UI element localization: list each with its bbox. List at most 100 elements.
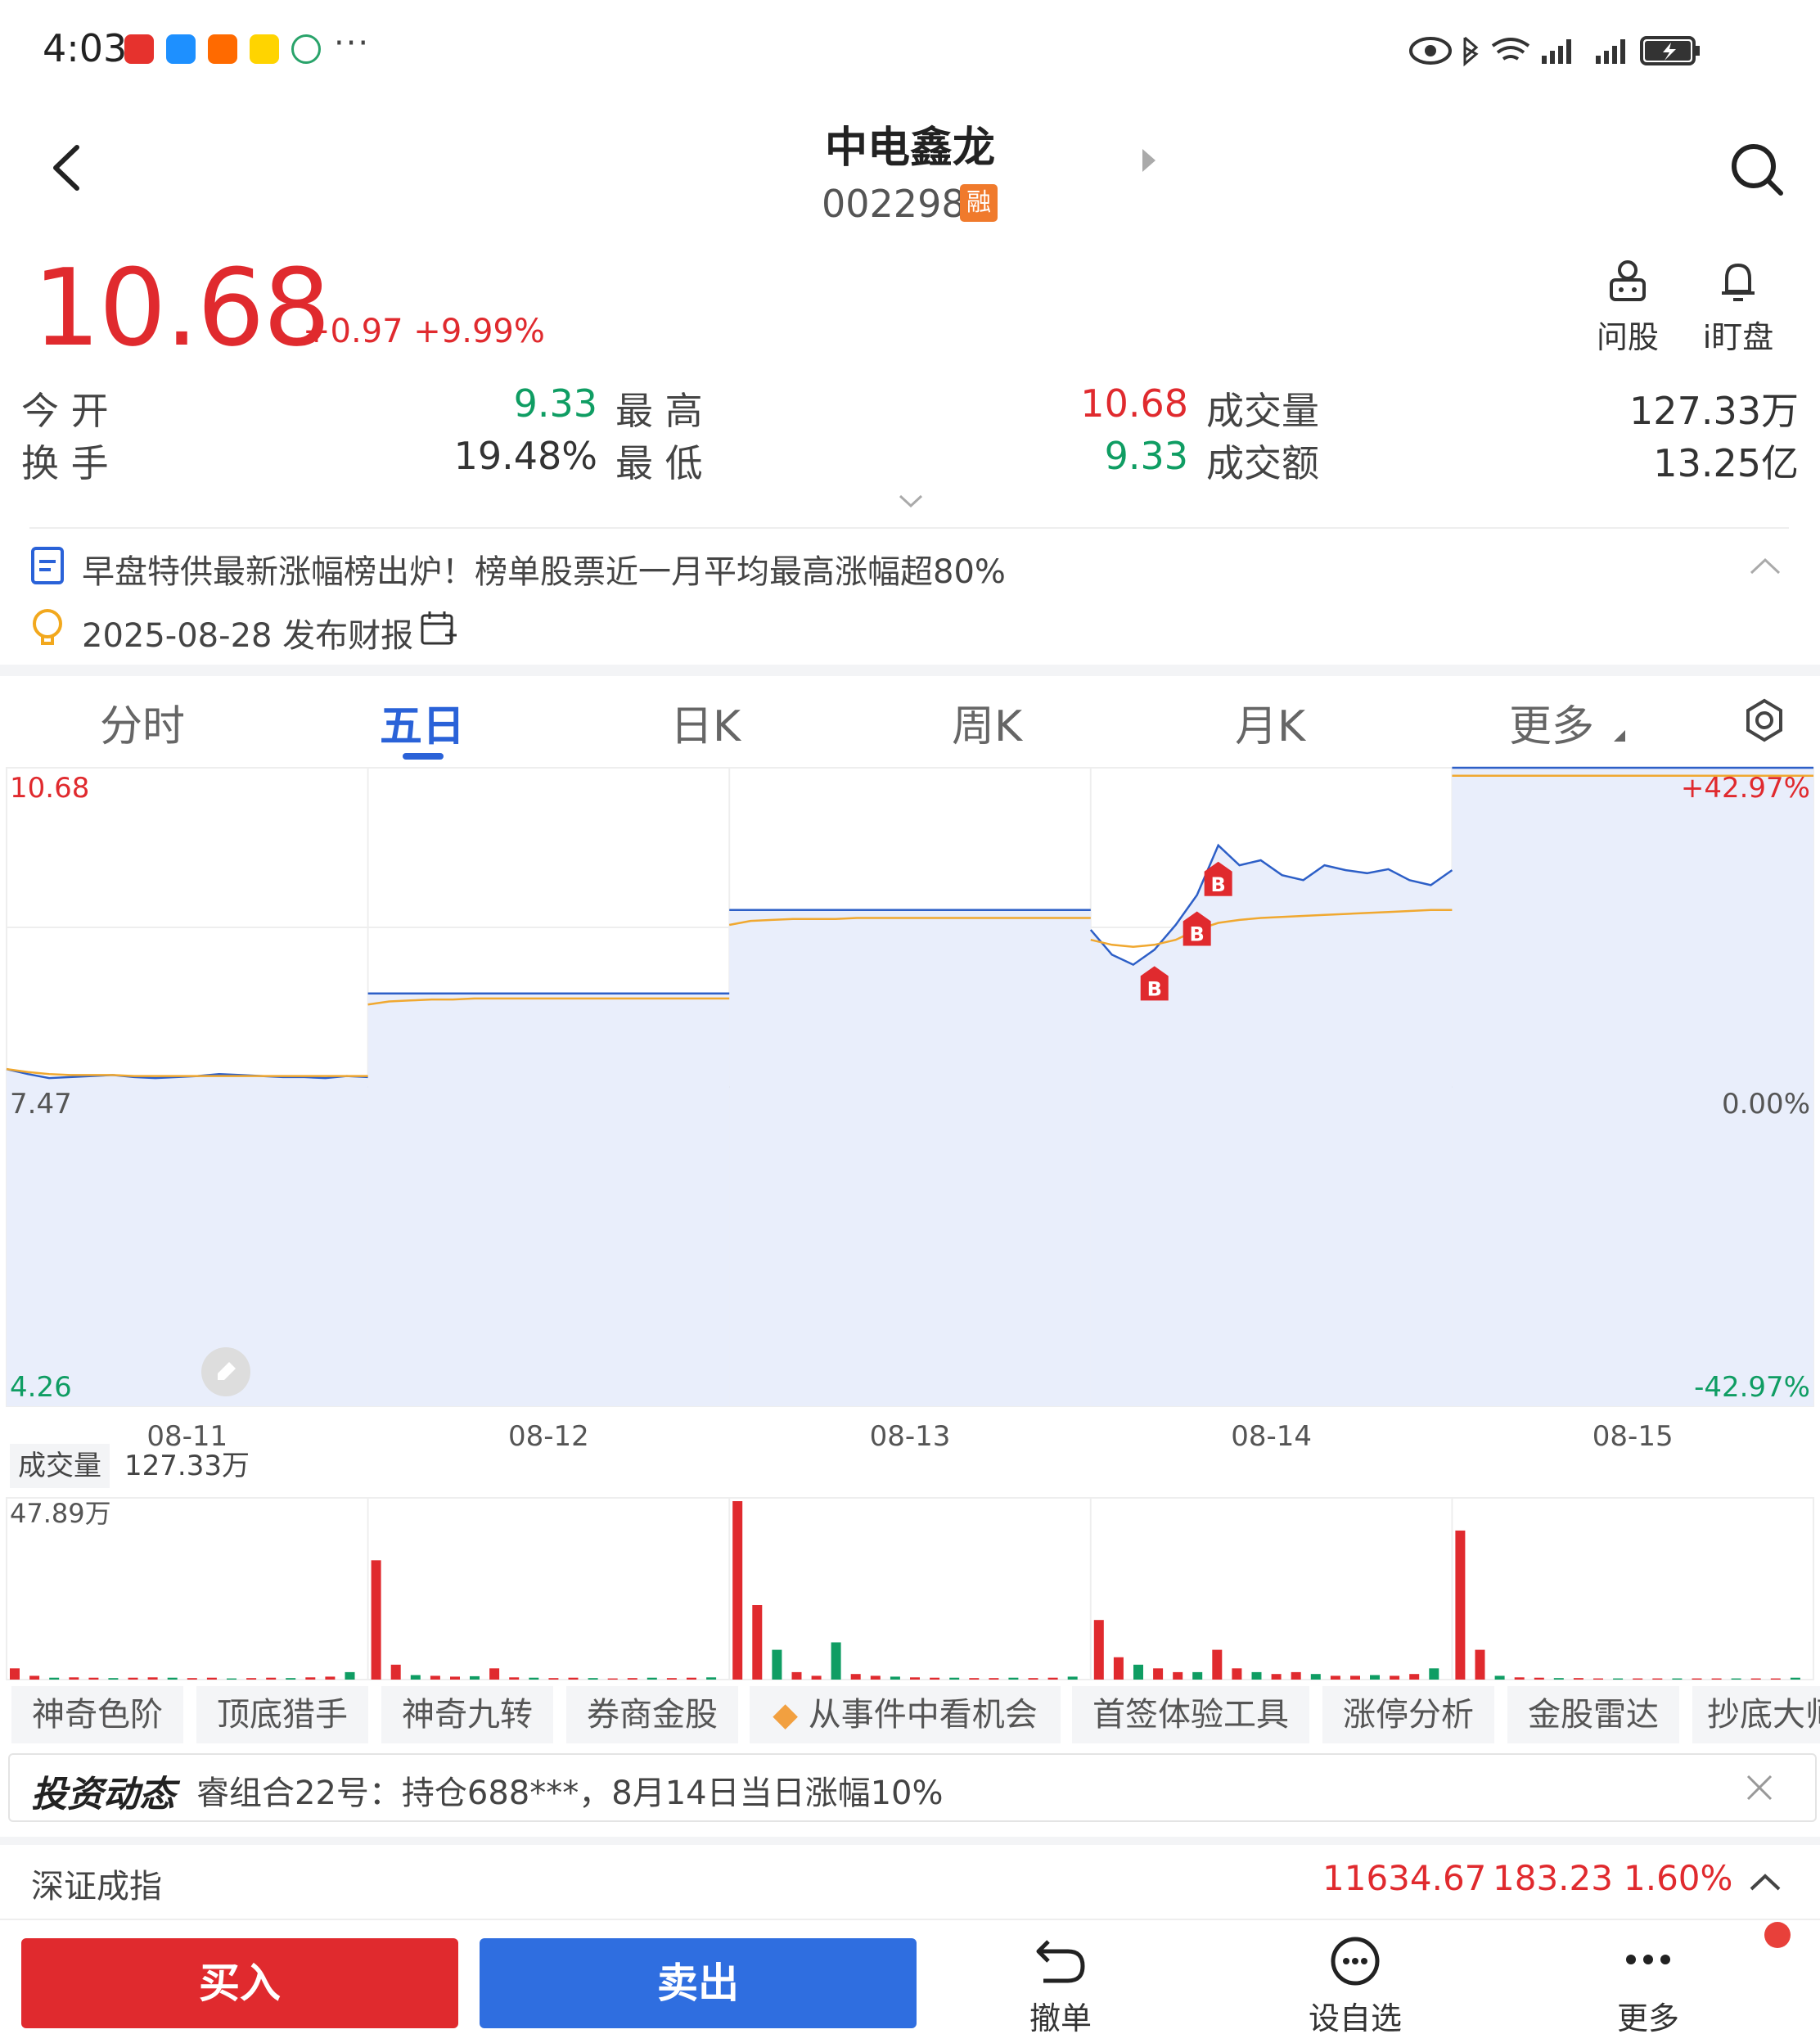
- margin-badge: 融: [960, 184, 998, 222]
- tag-limit-up-analysis[interactable]: 涨停分析: [1322, 1686, 1494, 1743]
- volume-bar: [529, 1677, 539, 1680]
- volume-bar: [1251, 1671, 1262, 1680]
- turnover-value: 19.48%: [453, 434, 597, 478]
- tab-more[interactable]: 更多: [1470, 692, 1633, 753]
- volume-bar: [772, 1649, 782, 1680]
- news-headline[interactable]: 早盘特供最新涨幅榜出炉！榜单股票近一月平均最高涨幅超80%: [82, 545, 1006, 593]
- volume-bar: [206, 1677, 217, 1680]
- low-value: 9.33: [1104, 434, 1188, 478]
- volume-label: 成交量: [1206, 389, 1319, 433]
- tab-daily-k[interactable]: 日K: [624, 692, 787, 753]
- bluetooth-icon: [1463, 36, 1479, 67]
- tab-intraday[interactable]: 分时: [61, 692, 224, 753]
- volume-bar: [390, 1664, 401, 1680]
- event-date[interactable]: 2025-08-28 发布财报: [82, 609, 413, 656]
- tag-top-bottom-hunter[interactable]: 顶底猎手: [196, 1686, 368, 1743]
- sell-button[interactable]: 卖出: [480, 1938, 917, 2028]
- volume-bar: [1409, 1674, 1420, 1680]
- index-name[interactable]: 深证成指: [31, 1860, 162, 1907]
- next-stock-arrow-icon[interactable]: [1142, 149, 1156, 172]
- status-time: 4:03: [43, 26, 128, 70]
- expand-chevron-icon[interactable]: [897, 491, 925, 511]
- volume-bar: [1133, 1664, 1143, 1680]
- volume-bar: [1370, 1675, 1380, 1680]
- watch-alert-button[interactable]: i盯盘: [1689, 259, 1787, 357]
- volume-bar: [489, 1668, 500, 1680]
- tab-monthly-k[interactable]: 月K: [1188, 692, 1352, 753]
- volume-bar: [732, 1501, 743, 1680]
- volume-bar: [246, 1678, 257, 1680]
- volume-bar: [108, 1678, 119, 1680]
- volume-bar: [147, 1677, 158, 1680]
- wallet-icon: [291, 34, 321, 64]
- collapse-chevron-icon[interactable]: [1748, 553, 1782, 578]
- volume-bar: [1113, 1657, 1124, 1680]
- volume-bar: [989, 1678, 999, 1680]
- tag-first-sign-tool[interactable]: 首签体验工具: [1072, 1686, 1309, 1743]
- status-bar: 4:03 ···: [0, 0, 1820, 98]
- volume-bar: [1047, 1677, 1058, 1680]
- watch-alert-label: i盯盘: [1702, 319, 1774, 355]
- more-button[interactable]: 更多: [1599, 1935, 1697, 2038]
- tag-event-opportunity[interactable]: ◆ 从事件中看机会: [750, 1686, 1061, 1743]
- revoke-order-button[interactable]: 撤单: [1011, 1935, 1110, 2038]
- five-day-price-chart[interactable]: B B B 10.68 7.47 4.26 +42.97% 0.00% -42.97…: [0, 761, 1820, 1514]
- volume-bar: [1455, 1530, 1466, 1680]
- volume-bar: [1593, 1678, 1603, 1680]
- index-value: 11634.67: [1322, 1858, 1487, 1898]
- message-icon: [166, 34, 196, 64]
- volume-bar: [266, 1677, 277, 1680]
- document-icon: [31, 547, 64, 584]
- volume-bar: [811, 1675, 822, 1680]
- buy-button[interactable]: 买入: [21, 1938, 458, 2028]
- volume-bar: [687, 1677, 696, 1680]
- tab-five-day[interactable]: 五日: [340, 692, 504, 753]
- volume-bar: [850, 1674, 861, 1680]
- volume-bar: [1028, 1678, 1038, 1680]
- volume-bar: [752, 1605, 763, 1680]
- volume-bar: [1153, 1668, 1164, 1680]
- y-label-mid-left: 7.47: [10, 1088, 72, 1121]
- amount-label: 成交额: [1206, 441, 1319, 485]
- volume-bar: [1692, 1678, 1702, 1680]
- price-area-day-2: [367, 993, 730, 1406]
- tag-bottom-fishing[interactable]: 抄底大师: [1692, 1686, 1820, 1743]
- close-icon[interactable]: [1743, 1771, 1776, 1804]
- tab-weekly-k[interactable]: 周K: [905, 692, 1069, 753]
- volume-bar: [1494, 1675, 1505, 1680]
- settings-gear-icon[interactable]: [1741, 697, 1787, 743]
- add-watchlist-button[interactable]: 设自选: [1306, 1935, 1404, 2038]
- bell-icon: [1722, 264, 1755, 301]
- tag-gold-radar[interactable]: 金股雷达: [1507, 1686, 1679, 1743]
- index-expand-chevron-icon[interactable]: [1748, 1869, 1782, 1894]
- tag-broker-picks[interactable]: 券商金股: [566, 1686, 738, 1743]
- more-dropdown-icon[interactable]: [1614, 730, 1625, 742]
- search-icon[interactable]: [1728, 141, 1786, 198]
- volume-indicator-label[interactable]: 成交量: [10, 1444, 110, 1488]
- turnover-label: 换 手: [21, 441, 109, 485]
- tag-color-scale[interactable]: 神奇色阶: [11, 1686, 183, 1743]
- revoke-order-label: 撤单: [1029, 2000, 1092, 2036]
- volume-bar: [1291, 1671, 1301, 1680]
- volume-bar: [49, 1677, 60, 1680]
- volume-bar: [627, 1678, 637, 1680]
- change-percent: +9.99%: [413, 313, 545, 350]
- volume-bar: [1534, 1677, 1544, 1680]
- volume-bar: [1093, 1620, 1104, 1680]
- investment-news-banner[interactable]: 投资动态 睿组合22号：持仓688***，8月14日当日涨幅10%: [8, 1753, 1817, 1822]
- divider: [0, 1919, 1820, 1920]
- low-label: 最 低: [615, 441, 703, 485]
- volume-bar: [1672, 1678, 1683, 1680]
- draw-tool-icon[interactable]: [200, 1346, 252, 1398]
- ask-stock-button[interactable]: 问股: [1583, 259, 1673, 357]
- tag-magic-nine[interactable]: 神奇九转: [381, 1686, 553, 1743]
- volume-bar: [1731, 1678, 1741, 1680]
- taobao-icon: [208, 34, 237, 64]
- ask-stock-label: 问股: [1596, 319, 1659, 355]
- volume-bar: [430, 1675, 440, 1680]
- volume-bar: [1514, 1677, 1525, 1680]
- volume-bar: [29, 1675, 40, 1680]
- system-status-icons: [1409, 36, 1700, 67]
- volume-bar: [1271, 1674, 1282, 1680]
- calendar-add-icon[interactable]: [419, 609, 458, 648]
